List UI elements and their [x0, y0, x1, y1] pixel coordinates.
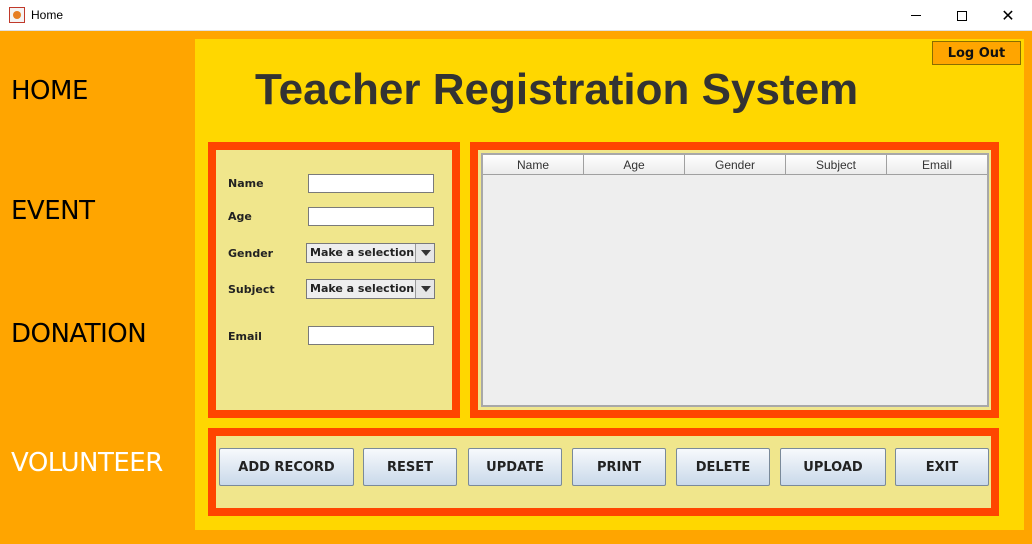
email-field[interactable] — [308, 326, 434, 345]
column-header-email[interactable]: Email — [887, 155, 987, 174]
table-header: Name Age Gender Subject Email — [483, 155, 987, 175]
email-label: Email — [228, 330, 262, 343]
print-button[interactable]: PRINT — [572, 448, 666, 486]
update-button[interactable]: UPDATE — [468, 448, 562, 486]
name-field[interactable] — [308, 174, 434, 193]
chevron-down-icon[interactable] — [415, 244, 434, 262]
add-record-button[interactable]: ADD RECORD — [219, 448, 354, 486]
minimize-button[interactable] — [893, 0, 939, 31]
close-button[interactable]: ✕ — [985, 0, 1031, 31]
java-cup-icon — [9, 7, 25, 23]
gender-label: Gender — [228, 247, 274, 260]
close-icon: ✕ — [1001, 5, 1015, 25]
column-header-subject[interactable]: Subject — [786, 155, 887, 174]
age-field[interactable] — [308, 207, 434, 226]
records-table[interactable]: Name Age Gender Subject Email — [481, 153, 989, 407]
column-header-gender[interactable]: Gender — [685, 155, 786, 174]
sidebar-nav: HOME EVENT DONATION VOLUNTEER — [0, 32, 195, 544]
window-title: Home — [31, 8, 64, 22]
nav-item-event[interactable]: EVENT — [11, 196, 95, 226]
reset-button[interactable]: RESET — [363, 448, 457, 486]
exit-button[interactable]: EXIT — [895, 448, 989, 486]
maximize-button[interactable] — [939, 0, 985, 31]
action-button-panel: ADD RECORD RESET UPDATE PRINT DELETE UPL… — [208, 428, 999, 516]
chevron-down-icon[interactable] — [415, 280, 434, 298]
nav-item-home[interactable]: HOME — [11, 76, 88, 106]
delete-button[interactable]: DELETE — [676, 448, 770, 486]
minimize-icon — [911, 15, 921, 16]
page-title: Teacher Registration System — [255, 65, 859, 114]
subject-label: Subject — [228, 283, 275, 296]
gender-select[interactable]: Make a selection — [306, 243, 435, 263]
records-table-panel: Name Age Gender Subject Email — [470, 142, 999, 418]
logout-button[interactable]: Log Out — [932, 41, 1021, 65]
maximize-icon — [957, 10, 967, 21]
nav-item-volunteer[interactable]: VOLUNTEER — [11, 448, 163, 478]
age-label: Age — [228, 210, 252, 223]
subject-select[interactable]: Make a selection — [306, 279, 435, 299]
column-header-name[interactable]: Name — [483, 155, 584, 174]
registration-form: Name Age Gender Make a selection Subject… — [208, 142, 460, 418]
window-titlebar: Home ✕ — [0, 0, 1032, 31]
gender-select-value: Make a selection — [310, 246, 415, 259]
column-header-age[interactable]: Age — [584, 155, 685, 174]
nav-item-donation[interactable]: DONATION — [11, 319, 147, 349]
main-panel: Log Out Teacher Registration System Name… — [195, 39, 1024, 530]
upload-button[interactable]: UPLOAD — [780, 448, 886, 486]
subject-select-value: Make a selection — [310, 282, 415, 295]
name-label: Name — [228, 177, 264, 190]
